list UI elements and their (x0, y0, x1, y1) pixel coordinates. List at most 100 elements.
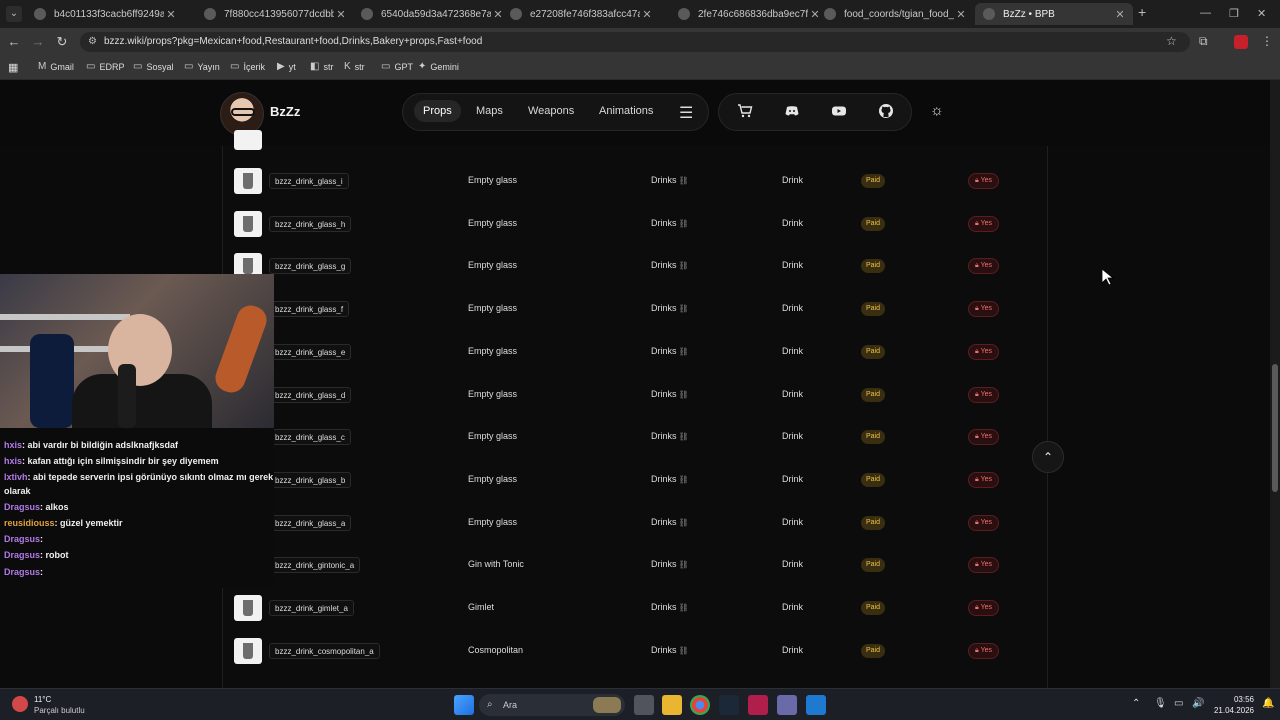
bookmark-star-icon[interactable]: ☆ (1166, 34, 1177, 48)
prop-category[interactable]: Drinks ⛓ (651, 175, 689, 185)
scroll-to-top-button[interactable]: ⌃ (1032, 441, 1064, 473)
steam-icon[interactable] (719, 695, 739, 715)
chat-username[interactable]: Dragsus (4, 550, 40, 560)
prop-name[interactable]: bzzz_drink_gimlet_a (269, 600, 354, 616)
prop-thumbnail[interactable] (234, 168, 262, 194)
app-icon-2[interactable] (777, 695, 797, 715)
tab-close-icon[interactable]: ✕ (334, 8, 348, 21)
table-row[interactable]: bzzz_drink_glass_c Empty glass Drinks ⛓ Drin… (223, 416, 1049, 458)
cart-icon[interactable] (736, 103, 754, 121)
prop-category[interactable]: Drinks ⛓ (651, 260, 689, 270)
table-row[interactable]: bzzz_drink_glass_g Empty glass Drinks ⛓ Drin… (223, 245, 1049, 287)
browser-tab[interactable]: food_coords/tgian_food_jobs/i✕ (816, 3, 974, 25)
nav-props[interactable]: Props (414, 100, 461, 122)
bookmark-str[interactable]: ◧ str (310, 61, 333, 72)
browser-tab[interactable]: e27208fe746f383afcc47a4b1fc✕ (502, 3, 660, 25)
table-row[interactable]: bzzz_drink_glass_e Empty glass Drinks ⛓ Drin… (223, 331, 1049, 373)
prop-category[interactable]: Drinks ⛓ (651, 389, 689, 399)
bookmark-gmail[interactable]: M Gmail (38, 61, 74, 72)
app-icon[interactable] (748, 695, 768, 715)
table-row[interactable]: bzzz_drink_glass_i Empty glass Drinks ⛓ Drin… (223, 160, 1049, 202)
browser-tab[interactable]: 6540da59d3a472368e7a605faf✕ (353, 3, 511, 25)
chat-username[interactable]: Dragsus (4, 534, 40, 544)
tab-close-icon[interactable]: ✕ (640, 8, 654, 21)
sun-icon[interactable]: ☼ (930, 102, 944, 119)
prop-thumbnail[interactable] (234, 637, 262, 664)
prop-category[interactable]: Drinks ⛓ (651, 559, 689, 569)
network-icon[interactable]: ▭ (1174, 698, 1183, 709)
site-info-icon[interactable]: ⚙ (88, 32, 97, 52)
nav-weapons[interactable]: Weapons (528, 105, 574, 117)
chat-username[interactable]: Dragsus (4, 567, 40, 577)
bookmark-gpt[interactable]: ▭ GPT (381, 61, 413, 72)
file-explorer-icon[interactable] (662, 695, 682, 715)
nav-maps[interactable]: Maps (476, 105, 503, 117)
chat-username[interactable]: lxtivh (4, 472, 28, 482)
bookmark-gemini[interactable]: ✦ Gemini (418, 61, 459, 72)
url-input[interactable]: ⚙ bzzz.wiki/props?pkg=Mexican+food,Resta… (80, 32, 1190, 52)
prop-category[interactable]: Drinks ⛓ (651, 346, 689, 356)
vscode-icon[interactable] (806, 695, 826, 715)
prop-name[interactable]: bzzz_drink_glass_g (269, 258, 352, 275)
bookmark-str[interactable]: Kstr (344, 61, 365, 72)
chat-username[interactable]: hxis (4, 456, 22, 466)
prop-name[interactable]: bzzz_drink_glass_a (269, 514, 352, 531)
task-view-icon[interactable] (634, 695, 654, 715)
chat-username[interactable]: reusidiouss (4, 518, 55, 528)
prop-category[interactable]: Drinks ⛓ (651, 602, 689, 612)
volume-icon[interactable]: 🔊 (1192, 698, 1204, 709)
browser-tab[interactable]: BzZz • BPB ✕ (975, 3, 1133, 25)
prop-name[interactable]: bzzz_drink_gintonic_a (269, 557, 361, 574)
tab-close-icon[interactable]: ✕ (164, 8, 178, 21)
taskbar-search[interactable]: ⌕ Ara (479, 694, 625, 716)
table-row[interactable]: bzzz_drink_glass_d Empty glass Drinks ⛓ Drin… (223, 374, 1049, 416)
table-row[interactable]: bzzz_drink_gintonic_a Gin with Tonic Drink… (223, 544, 1049, 586)
bookmark-sosyal[interactable]: ▭ Sosyal (133, 61, 173, 72)
profile-icon[interactable] (1234, 35, 1248, 49)
prop-name[interactable]: bzzz_drink_glass_f (269, 301, 350, 318)
page-scrollbar[interactable] (1270, 80, 1280, 688)
restore-icon[interactable]: ❐ (1229, 7, 1239, 20)
bookmark-i̇çerik[interactable]: ▭ İçerik (230, 61, 265, 72)
tab-close-icon[interactable]: ✕ (1113, 8, 1127, 21)
system-clock[interactable]: 03:56 21.04.2026 (1210, 694, 1254, 716)
prop-category[interactable]: Drinks ⛓ (651, 431, 689, 441)
prop-thumbnail[interactable] (234, 210, 262, 237)
tab-search-icon[interactable]: ⌄ (6, 6, 22, 22)
chrome-icon[interactable] (690, 695, 710, 715)
table-row[interactable]: bzzz_drink_glass_b Empty glass Drinks ⛓ Drin… (223, 459, 1049, 501)
browser-tab[interactable]: 2fe746c686836dba9ec7f241eb✕ (670, 3, 828, 25)
brand-name[interactable]: BzZz (270, 104, 300, 119)
table-row[interactable]: bzzz_drink_glass_f Empty glass Drinks ⛓ Drin… (223, 288, 1049, 330)
prop-category[interactable]: Drinks ⛓ (651, 645, 689, 655)
chat-username[interactable]: Dragsus (4, 502, 40, 512)
minimize-icon[interactable]: — (1200, 7, 1211, 19)
start-icon[interactable] (454, 695, 474, 715)
prop-category[interactable]: Drinks ⛓ (651, 517, 689, 527)
bookmark-yayın[interactable]: ▭ Yayın (184, 61, 220, 72)
prop-name[interactable]: bzzz_drink_glass_d (269, 386, 352, 403)
new-tab-button[interactable]: + (1138, 4, 1146, 20)
prop-name[interactable]: bzzz_drink_glass_h (269, 215, 352, 232)
chat-username[interactable]: hxis (4, 440, 22, 450)
bookmark-yt[interactable]: ▶ yt (277, 61, 296, 72)
table-row[interactable]: bzzz_drink_glass_a Empty glass Drinks ⛓ Drin… (223, 502, 1049, 544)
table-row[interactable]: bzzz_drink_gimlet_a Gimlet Drinks ⛓ Drink Pai… (223, 587, 1049, 629)
notifications-icon[interactable]: 🔔 (1262, 698, 1274, 709)
tray-chevron-icon[interactable]: ⌃ (1132, 698, 1140, 709)
prop-name[interactable]: bzzz_drink_glass_i (269, 173, 349, 189)
weather-widget[interactable]: 11°C Parçalı bulutlu (12, 693, 92, 717)
scrollbar-thumb[interactable] (1272, 364, 1278, 492)
github-icon[interactable] (877, 103, 895, 121)
prop-category[interactable]: Drinks ⛓ (651, 218, 689, 228)
extensions-icon[interactable]: ⧉ (1199, 34, 1208, 49)
prop-name[interactable]: bzzz_drink_glass_e (269, 343, 352, 360)
hamburger-menu-icon[interactable]: ☰ (679, 103, 693, 123)
bookmark-edrp[interactable]: ▭ EDRP (86, 61, 124, 72)
prop-category[interactable]: Drinks ⛓ (651, 474, 689, 484)
back-icon[interactable]: ← (6, 34, 22, 50)
youtube-icon[interactable] (830, 103, 848, 121)
apps-icon[interactable]: ▦ (8, 61, 18, 74)
tab-close-icon[interactable]: ✕ (954, 8, 968, 21)
table-row[interactable]: bzzz_drink_glass_h Empty glass Drinks ⛓ Drin… (223, 203, 1049, 245)
